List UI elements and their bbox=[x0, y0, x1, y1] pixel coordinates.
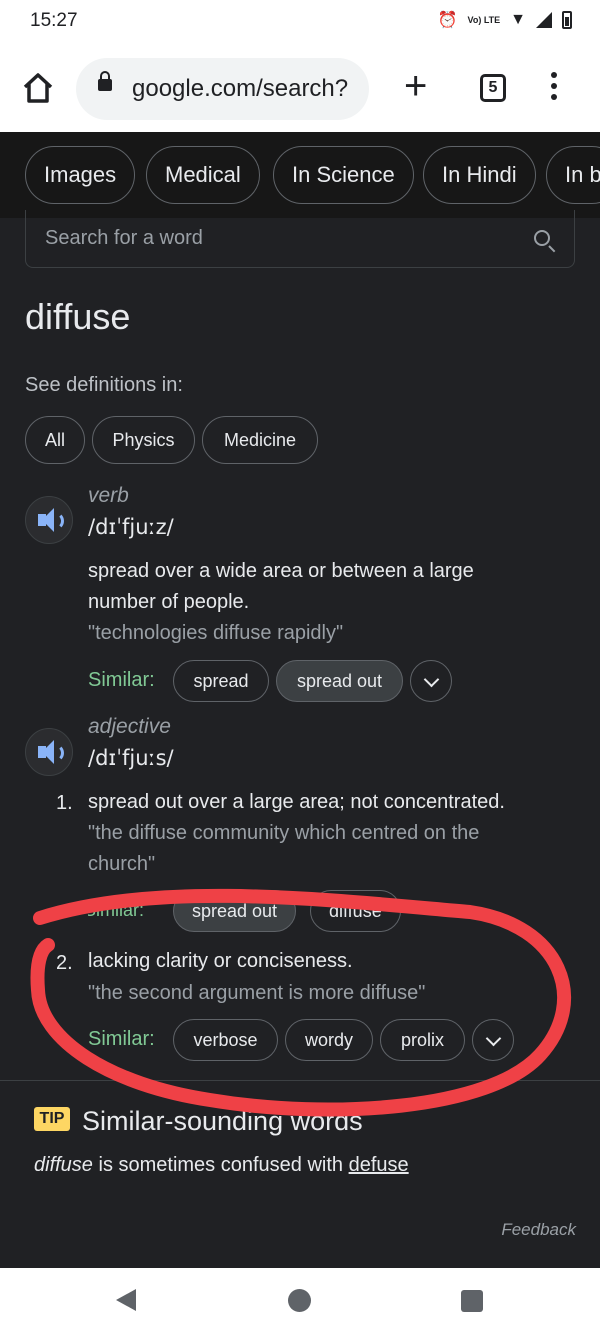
speaker-icon[interactable] bbox=[25, 728, 73, 776]
example-adj-1-line2: church" bbox=[88, 853, 156, 875]
tip-middle: is sometimes confused with bbox=[92, 1154, 349, 1176]
url-bar[interactable]: google.com/search? bbox=[76, 58, 369, 120]
recents-icon[interactable] bbox=[461, 1290, 483, 1312]
similar-label-adj-2: Similar: bbox=[88, 1028, 155, 1050]
definition-verb-line2: number of people. bbox=[88, 591, 250, 613]
filter-chip-bar: Images Medical In Science In Hindi In b bbox=[0, 132, 600, 218]
tab-switcher-button[interactable]: 5 bbox=[480, 74, 506, 102]
status-time: 15:27 bbox=[30, 10, 78, 31]
tip-link-defuse[interactable]: defuse bbox=[349, 1154, 409, 1176]
chip-images[interactable]: Images bbox=[25, 146, 136, 204]
cell-signal-icon bbox=[536, 12, 552, 28]
tip-title: Similar-sounding words bbox=[82, 1106, 363, 1136]
def-chip-all[interactable]: All bbox=[25, 416, 85, 464]
url-text[interactable]: google.com/search? bbox=[132, 75, 362, 103]
word-search-input[interactable]: Search for a word bbox=[25, 210, 575, 268]
feedback-link[interactable]: Feedback bbox=[501, 1220, 576, 1240]
pos-verb: verb bbox=[88, 484, 129, 507]
example-adj-1-line1: "the diffuse community which centred on … bbox=[88, 822, 480, 844]
chip-medical[interactable]: Medical bbox=[146, 146, 260, 204]
word-search-placeholder: Search for a word bbox=[45, 227, 203, 249]
overflow-menu-icon[interactable] bbox=[550, 72, 558, 104]
chip-in-b[interactable]: In b bbox=[546, 146, 600, 204]
similar-chip-prolix[interactable]: prolix bbox=[380, 1019, 465, 1061]
speaker-icon[interactable] bbox=[25, 496, 73, 544]
def-chip-physics[interactable]: Physics bbox=[92, 416, 195, 464]
search-icon[interactable] bbox=[534, 230, 550, 246]
headword: diffuse bbox=[25, 296, 131, 337]
example-verb: "technologies diffuse rapidly" bbox=[88, 622, 344, 644]
sense-number-1: 1. bbox=[56, 792, 73, 814]
battery-icon bbox=[562, 11, 572, 29]
browser-toolbar: google.com/search? + 5 bbox=[0, 44, 600, 132]
definition-adj-2: lacking clarity or conciseness. bbox=[88, 950, 353, 972]
chip-in-science[interactable]: In Science bbox=[273, 146, 414, 204]
chevron-down-icon[interactable] bbox=[410, 660, 452, 702]
tip-word: diffuse bbox=[34, 1154, 93, 1176]
tip-text: diffuse is sometimes confused with defus… bbox=[34, 1154, 409, 1177]
alarm-icon: ⏰ bbox=[437, 12, 458, 29]
see-definitions-label: See definitions in: bbox=[25, 374, 183, 396]
tip-badge: TIP bbox=[34, 1107, 70, 1131]
chip-in-hindi[interactable]: In Hindi bbox=[423, 146, 536, 204]
status-bar: 15:27 ⏰ Vo) LTE ▼ bbox=[0, 0, 600, 44]
lock-icon bbox=[98, 71, 112, 91]
system-nav-bar bbox=[0, 1268, 600, 1334]
phonetic-adjective: /dɪˈfjuːs/ bbox=[88, 746, 174, 770]
back-icon[interactable] bbox=[116, 1289, 136, 1311]
home-nav-icon[interactable] bbox=[288, 1289, 311, 1312]
similar-chip-obscured-2[interactable]: diffuse bbox=[310, 890, 401, 932]
wifi-icon: ▼ bbox=[510, 11, 526, 28]
similar-chip-wordy[interactable]: wordy bbox=[285, 1019, 373, 1061]
phonetic-verb: /dɪˈfjuːz/ bbox=[88, 515, 174, 539]
similar-chip-spread-out[interactable]: spread out bbox=[276, 660, 403, 702]
signal-icon: Vo) LTE bbox=[467, 14, 501, 25]
similar-label-verb: Similar: bbox=[88, 669, 155, 691]
new-tab-icon[interactable]: + bbox=[404, 66, 427, 106]
sense-number-2: 2. bbox=[56, 952, 73, 974]
definition-adj-1: spread out over a large area; not concen… bbox=[88, 791, 505, 813]
similar-chip-obscured-1[interactable]: spread out bbox=[173, 890, 297, 932]
chevron-down-icon[interactable] bbox=[472, 1019, 514, 1061]
example-adj-2: "the second argument is more diffuse" bbox=[88, 982, 426, 1004]
home-icon[interactable] bbox=[20, 70, 56, 106]
def-chip-medicine[interactable]: Medicine bbox=[202, 416, 318, 464]
divider bbox=[0, 1080, 600, 1081]
similar-chip-verbose[interactable]: verbose bbox=[173, 1019, 278, 1061]
similar-row-obscured: Similar: spread out diffuse bbox=[88, 890, 488, 934]
pos-adjective: adjective bbox=[88, 715, 171, 738]
similar-label-obscured: Similar: bbox=[88, 900, 145, 920]
status-icons: ⏰ Vo) LTE ▼ bbox=[438, 10, 572, 30]
definition-verb-line1: spread over a wide area or between a lar… bbox=[88, 560, 474, 582]
similar-chip-spread[interactable]: spread bbox=[173, 660, 269, 702]
